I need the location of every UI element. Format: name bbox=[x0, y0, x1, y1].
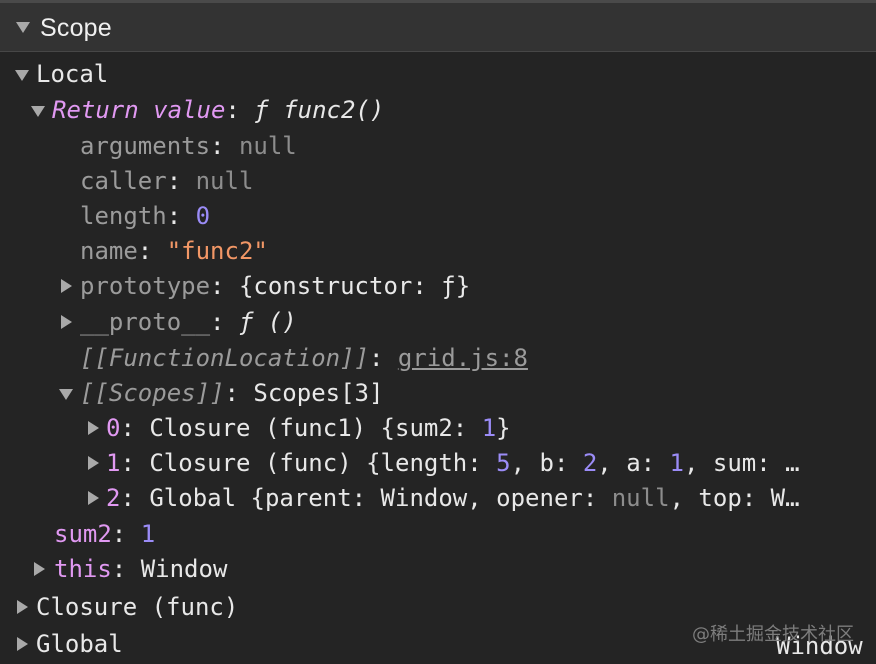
property-key: caller bbox=[80, 167, 167, 195]
property-key: [[FunctionLocation]] bbox=[80, 344, 369, 372]
return-value-key: Return value bbox=[52, 96, 226, 124]
property-value: null bbox=[195, 167, 254, 195]
property-scopes[interactable]: [[Scopes]]: Scopes[3] bbox=[0, 376, 876, 410]
scope-number: 2 bbox=[582, 449, 598, 477]
collapse-right-icon[interactable] bbox=[88, 421, 99, 435]
scope-panel-header[interactable]: Scope bbox=[0, 0, 876, 52]
global-label: Global bbox=[36, 630, 123, 658]
scope-summary-end: , sum: … bbox=[684, 449, 800, 477]
scope-null: null bbox=[611, 484, 670, 512]
property-value: Scopes[3] bbox=[253, 379, 384, 407]
property-value: ƒ () bbox=[238, 308, 297, 336]
collapse-right-icon[interactable] bbox=[88, 456, 99, 470]
property-prototype[interactable]: prototype: {constructor: ƒ} bbox=[0, 269, 876, 303]
scope-summary-end: } bbox=[496, 414, 511, 442]
property-value: {constructor: ƒ} bbox=[238, 272, 471, 300]
property-key: length bbox=[80, 202, 167, 230]
scope-entry-2[interactable]: 2: Global {parent: Window, opener: null,… bbox=[0, 481, 876, 515]
property-key: this bbox=[54, 555, 112, 583]
expand-down-icon[interactable] bbox=[31, 106, 45, 117]
collapse-right-icon[interactable] bbox=[61, 279, 72, 293]
scope-index: 0 bbox=[106, 414, 121, 442]
local-label: Local bbox=[36, 60, 109, 88]
scope-number: 1 bbox=[481, 414, 497, 442]
scope-index: 1 bbox=[106, 449, 121, 477]
collapse-right-icon[interactable] bbox=[61, 315, 72, 329]
property-this[interactable]: this: Window bbox=[0, 552, 876, 586]
expand-down-icon[interactable] bbox=[59, 389, 73, 400]
scope-index: 2 bbox=[106, 484, 121, 512]
expand-down-icon[interactable] bbox=[16, 22, 30, 33]
scope-local[interactable]: Local bbox=[0, 57, 876, 91]
property-caller[interactable]: caller: null bbox=[80, 164, 870, 198]
property-key: sum2 bbox=[54, 520, 112, 548]
property-sum2[interactable]: sum2: 1 bbox=[54, 517, 854, 551]
source-link[interactable]: grid.js:8 bbox=[398, 344, 528, 372]
property-key: prototype bbox=[80, 272, 211, 300]
return-value-row[interactable]: Return value: ƒ func2() bbox=[0, 93, 876, 127]
property-name[interactable]: name: "func2" bbox=[80, 234, 870, 268]
closure-label: Closure (func) bbox=[36, 593, 239, 621]
scope-summary: , a: bbox=[597, 449, 670, 477]
property-key: __proto__ bbox=[80, 308, 211, 336]
collapse-right-icon[interactable] bbox=[34, 562, 45, 576]
scope-global[interactable]: Global bbox=[0, 627, 760, 661]
collapse-right-icon[interactable] bbox=[17, 637, 28, 651]
scope-summary: Closure (func) {length: bbox=[149, 449, 497, 477]
scope-entry-0[interactable]: 0: Closure (func1) {sum2: 1} bbox=[0, 411, 876, 445]
property-value: 1 bbox=[140, 520, 156, 548]
collapse-right-icon[interactable] bbox=[88, 491, 99, 505]
scope-summary: , b: bbox=[510, 449, 583, 477]
property-function-location: [[FunctionLocation]]: grid.js:8 bbox=[80, 344, 528, 372]
property-value: Window bbox=[140, 555, 228, 583]
scope-number: 1 bbox=[669, 449, 684, 477]
scope-entry-1[interactable]: 1: Closure (func) {length: 5, b: 2, a: 1… bbox=[0, 446, 876, 480]
watermark: @稀土掘金技术社区 bbox=[692, 624, 854, 645]
property-key: arguments bbox=[80, 132, 211, 160]
scope-summary: Global {parent: Window, opener: bbox=[149, 484, 612, 512]
scope-closure[interactable]: Closure (func) bbox=[0, 590, 876, 624]
expand-down-icon[interactable] bbox=[15, 70, 29, 81]
property-value: 0 bbox=[195, 202, 211, 230]
property-value: null bbox=[238, 132, 297, 160]
property-key: [[Scopes]] bbox=[80, 379, 225, 407]
scope-summary: Closure (func1) {sum2: bbox=[149, 414, 482, 442]
property-value: "func2" bbox=[166, 237, 268, 265]
scope-number: 5 bbox=[496, 449, 511, 477]
property-length[interactable]: length: 0 bbox=[80, 199, 870, 233]
property-proto[interactable]: __proto__: ƒ () bbox=[0, 305, 876, 339]
scope-panel-title: Scope bbox=[40, 14, 112, 42]
collapse-right-icon[interactable] bbox=[17, 600, 28, 614]
return-value-value: ƒ func2() bbox=[254, 96, 385, 124]
scope-summary-end: , top: W… bbox=[669, 484, 800, 512]
property-arguments[interactable]: arguments: null bbox=[80, 129, 870, 163]
property-key: name bbox=[80, 237, 138, 265]
